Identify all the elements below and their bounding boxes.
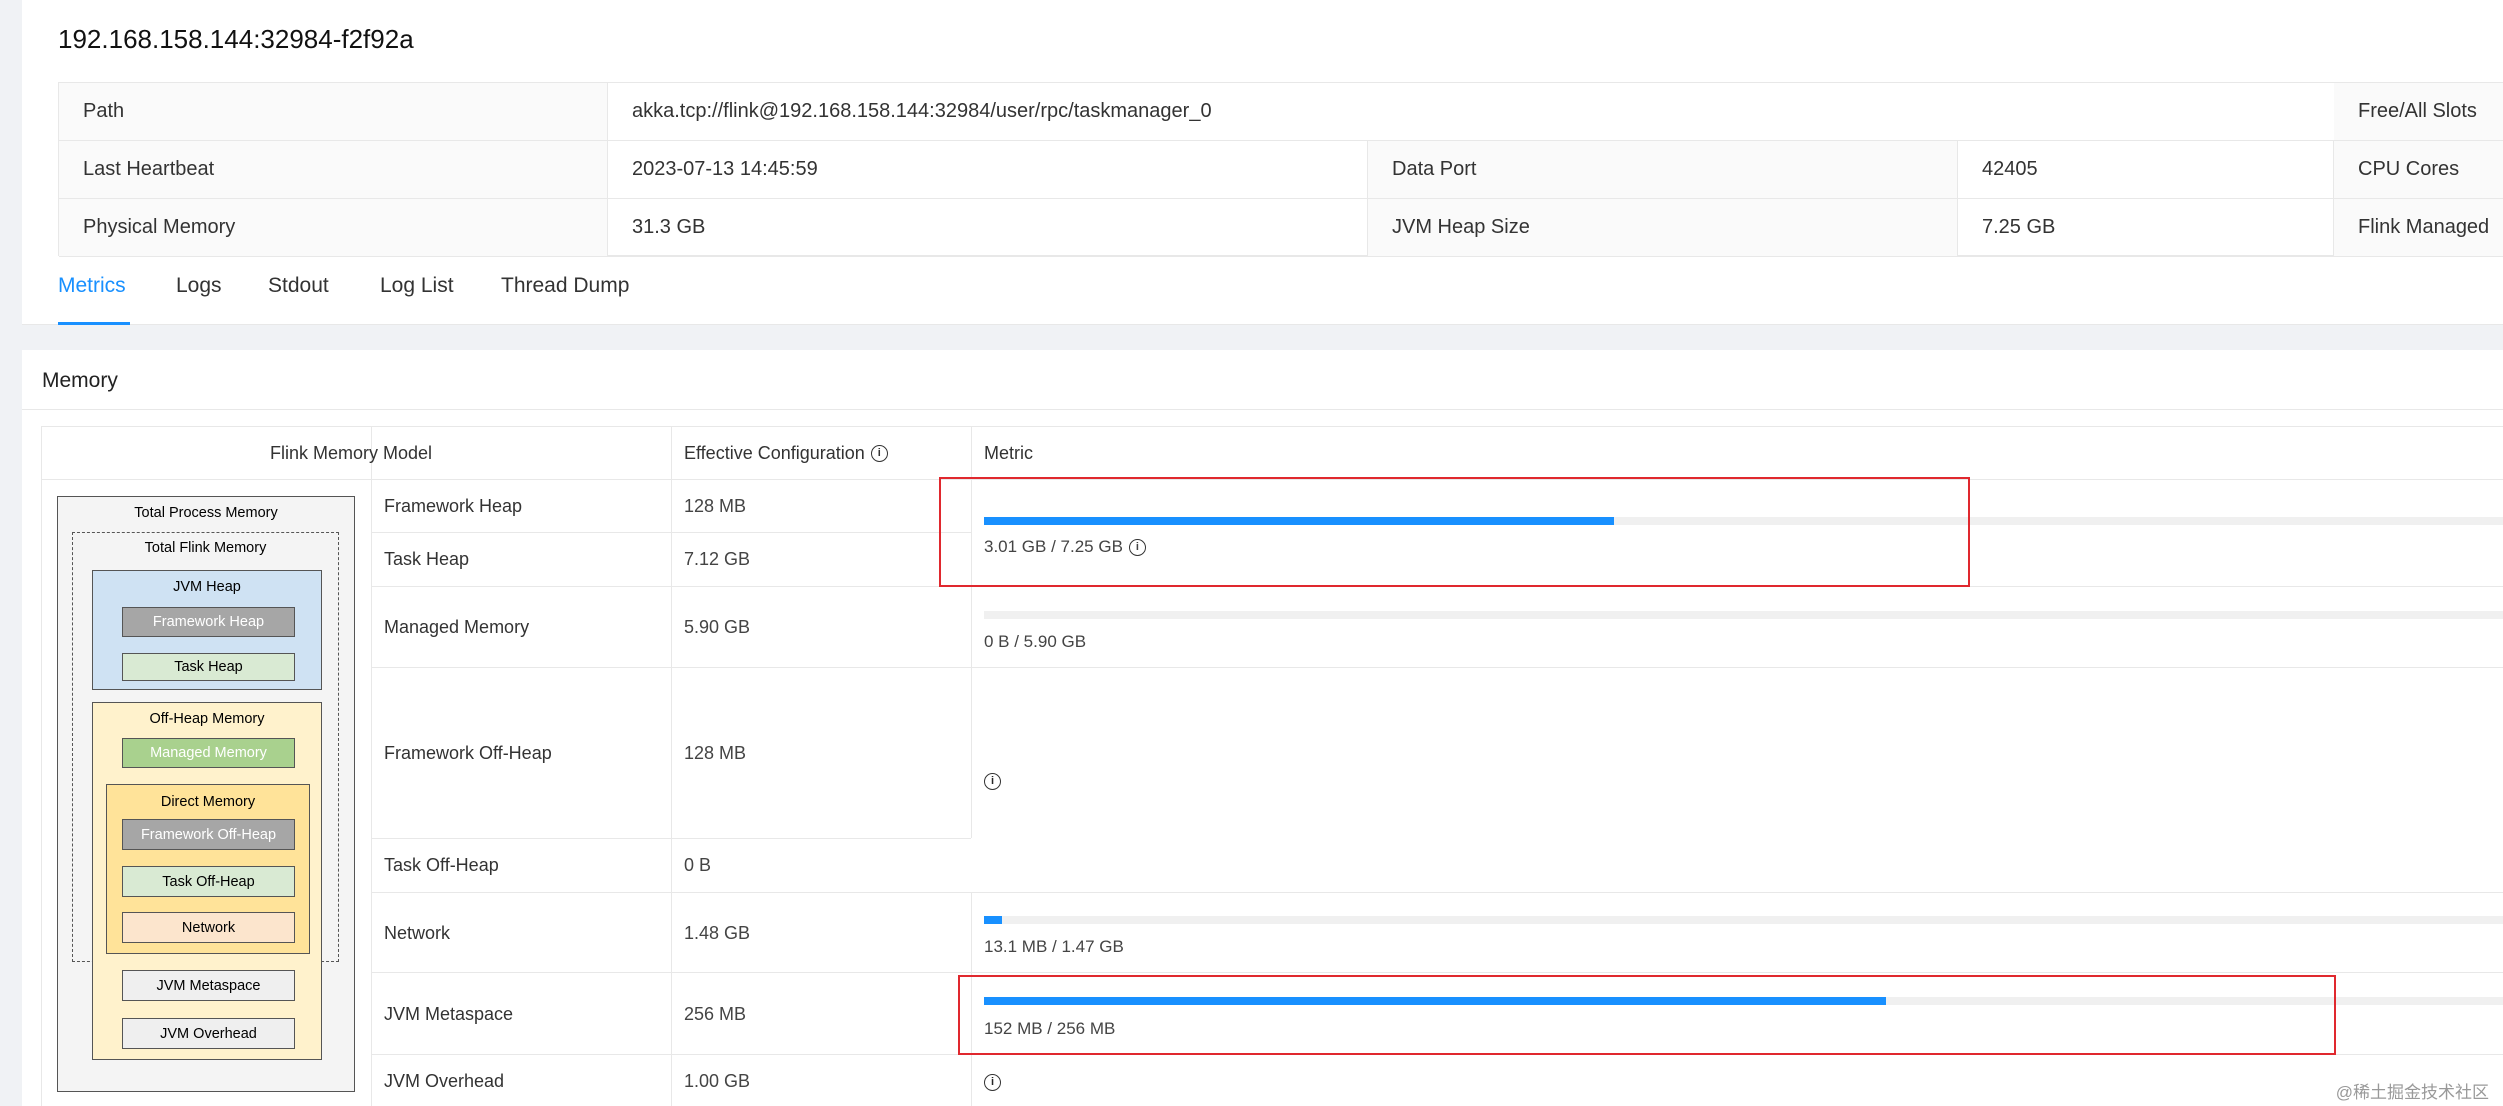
jvm-overhead-metric: i	[984, 1072, 1001, 1091]
row-label-task-heap: Task Heap	[384, 549, 470, 569]
row-value-task-heap: 7.12 GB	[684, 549, 751, 569]
diagram-framework-off-heap: Framework Off-Heap	[122, 819, 295, 850]
network-usage-fill	[984, 916, 1002, 924]
row-label-framework-heap: Framework Heap	[384, 496, 523, 516]
diagram-managed-memory: Managed Memory	[122, 738, 295, 768]
row-value-task-off-heap: 0 B	[684, 855, 712, 875]
info-icon[interactable]: i	[984, 1074, 1001, 1091]
diagram-task-off-heap: Task Off-Heap	[122, 866, 295, 897]
row-sep	[371, 532, 971, 533]
table-left-border	[41, 426, 42, 1106]
row-label-framework-off-heap: Framework Off-Heap	[384, 743, 552, 763]
memory-title: Memory	[42, 369, 118, 392]
tab-thread-dump[interactable]: Thread Dump	[501, 274, 629, 298]
jvmheap-value: 7.25 GB	[1958, 199, 2334, 257]
dataport-label: Data Port	[1368, 141, 1958, 199]
heap-highlight-box	[939, 477, 1970, 587]
row-value-jvm-metaspace: 256 MB	[684, 1004, 747, 1024]
diagram-network: Network	[122, 912, 295, 943]
row-label-task-off-heap: Task Off-Heap	[384, 855, 499, 875]
managed-usage-bar	[984, 611, 2503, 619]
diagram-jvm-metaspace: JVM Metaspace	[122, 970, 295, 1001]
info-icon[interactable]: i	[984, 773, 1001, 790]
path-label: Path	[59, 83, 608, 141]
row-value-framework-heap: 128 MB	[684, 496, 747, 516]
col-divider-2	[671, 426, 672, 1106]
row-sep	[371, 838, 971, 839]
memory-divider	[22, 409, 2503, 410]
managed-usage-text: 0 B / 5.90 GB	[984, 632, 1087, 651]
active-tab-indicator	[58, 322, 130, 325]
flinkmanaged-label: Flink Managed	[2334, 199, 2503, 257]
row-label-network: Network	[384, 923, 451, 943]
slots-label: Free/All Slots	[2334, 83, 2503, 141]
framework-off-heap-metric: i	[984, 771, 1001, 790]
row-value-jvm-overhead: 1.00 GB	[684, 1071, 751, 1091]
heartbeat-label: Last Heartbeat	[59, 141, 608, 199]
row-value-managed-memory: 5.90 GB	[684, 617, 751, 637]
path-value: akka.tcp://flink@192.168.158.144:32984/u…	[608, 83, 2384, 141]
cpu-label: CPU Cores	[2334, 141, 2503, 199]
network-usage-text: 13.1 MB / 1.47 GB	[984, 937, 1124, 956]
diagram-task-heap: Task Heap	[122, 653, 295, 681]
diagram-framework-heap: Framework Heap	[122, 607, 295, 637]
row-label-jvm-metaspace: JVM Metaspace	[384, 1004, 514, 1024]
row-value-framework-off-heap: 128 MB	[684, 743, 747, 763]
row-value-network: 1.48 GB	[684, 923, 751, 943]
tab-logs[interactable]: Logs	[176, 274, 222, 298]
row-sep	[371, 667, 2503, 668]
watermark: @稀土掘金技术社区	[2335, 1083, 2489, 1102]
col-divider-1	[371, 426, 372, 1106]
header-metric: Metric	[984, 443, 1033, 463]
header-effective-config-label: Effective Configuration	[684, 443, 865, 463]
physmem-value: 31.3 GB	[608, 199, 1368, 257]
dataport-value: 42405	[1958, 141, 2334, 199]
info-icon[interactable]: i	[870, 445, 888, 462]
tab-log-list[interactable]: Log List	[380, 274, 454, 298]
network-usage-bar	[984, 916, 2503, 924]
tab-metrics[interactable]: Metrics	[58, 274, 126, 298]
table-top-border	[41, 426, 2503, 427]
header-memory-model: Flink Memory Model	[270, 443, 433, 463]
metaspace-highlight-box	[958, 975, 2336, 1055]
heartbeat-value: 2023-07-13 14:45:59	[608, 141, 1368, 199]
jvmheap-label: JVM Heap Size	[1368, 199, 1958, 257]
row-label-jvm-overhead: JVM Overhead	[384, 1071, 505, 1091]
taskmanager-title: 192.168.158.144:32984-f2f92a	[58, 24, 414, 54]
row-label-managed-memory: Managed Memory	[384, 617, 530, 637]
taskmanager-info-table: Path akka.tcp://flink@192.168.158.144:32…	[58, 82, 2503, 257]
diagram-jvm-overhead: JVM Overhead	[122, 1018, 295, 1049]
row-sep	[371, 972, 2503, 973]
header-effective-config: Effective Configuration i	[684, 443, 888, 464]
tab-stdout[interactable]: Stdout	[268, 274, 329, 298]
physmem-label: Physical Memory	[59, 199, 608, 257]
tab-divider	[22, 324, 2503, 325]
row-sep	[371, 892, 2503, 893]
